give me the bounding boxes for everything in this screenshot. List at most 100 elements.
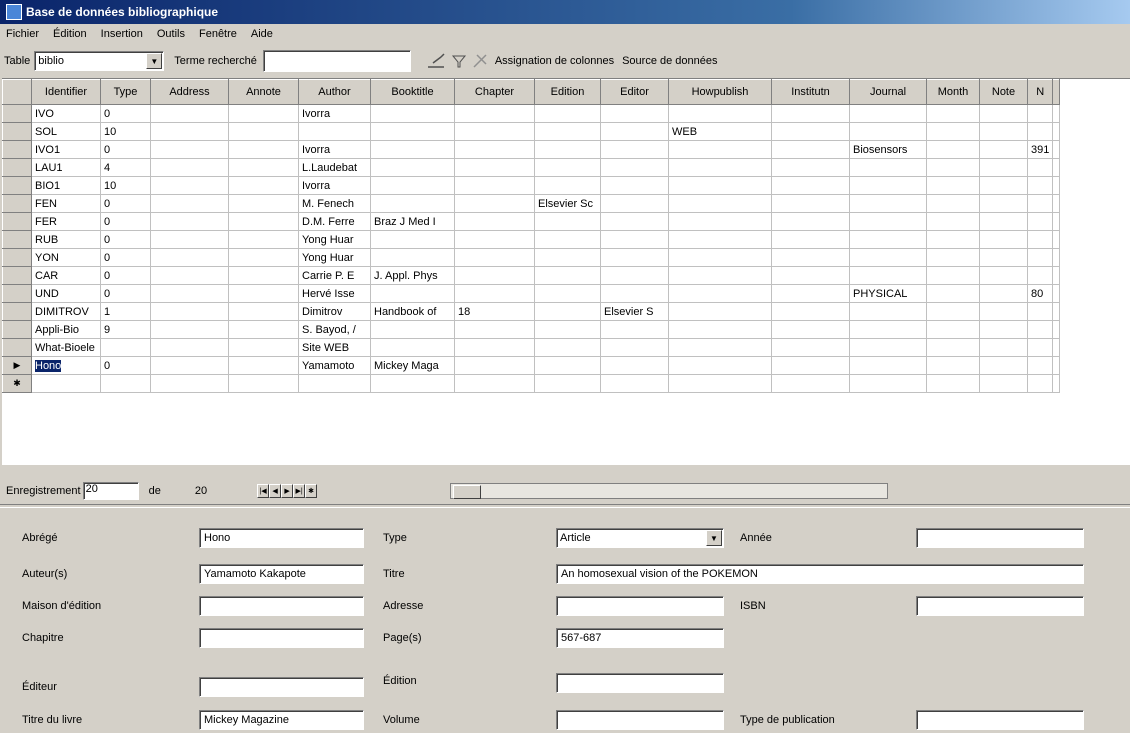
table-cell[interactable] (849, 230, 927, 249)
table-cell[interactable] (454, 284, 535, 303)
table-cell[interactable] (600, 104, 669, 123)
column-header[interactable]: Chapter (454, 79, 535, 105)
table-cell[interactable] (370, 158, 455, 177)
table-cell[interactable] (771, 374, 850, 393)
column-header[interactable]: Type (100, 79, 151, 105)
table-cell[interactable] (228, 122, 299, 141)
table-cell[interactable] (668, 104, 772, 123)
table-cell[interactable]: Hervé Isse (298, 284, 371, 303)
table-cell[interactable] (1026, 320, 1054, 339)
table-cell[interactable] (668, 374, 772, 393)
table-cell[interactable] (926, 140, 980, 159)
column-assign-button[interactable]: Assignation de colonnes (495, 55, 614, 67)
address-field[interactable] (556, 596, 724, 616)
table-cell[interactable] (600, 158, 669, 177)
table-cell[interactable]: 0 (100, 104, 151, 123)
table-cell[interactable]: 0 (100, 248, 151, 267)
table-cell[interactable] (771, 158, 850, 177)
table-cell[interactable] (849, 194, 927, 213)
table-cell[interactable]: UND (31, 284, 101, 303)
row-selector[interactable] (2, 338, 32, 357)
table-cell[interactable] (150, 284, 229, 303)
table-cell[interactable] (849, 158, 927, 177)
table-row[interactable]: DIMITROV 1 Dimitrov Handbook of 18 Elsevier S (2, 302, 1061, 321)
table-cell[interactable] (668, 320, 772, 339)
table-cell[interactable] (849, 356, 927, 375)
table-cell[interactable]: L.Laudebat (298, 158, 371, 177)
table-cell[interactable]: Ivorra (298, 104, 371, 123)
table-cell[interactable] (979, 374, 1028, 393)
table-cell[interactable] (370, 194, 455, 213)
table-cell[interactable] (454, 212, 535, 231)
table-cell[interactable]: What-Bioele (31, 338, 101, 357)
table-cell[interactable] (668, 212, 772, 231)
table-cell[interactable]: Yamamoto (298, 356, 371, 375)
column-header[interactable]: Howpublish (668, 79, 772, 105)
table-cell[interactable] (228, 230, 299, 249)
table-cell[interactable] (534, 248, 601, 267)
table-cell[interactable] (600, 356, 669, 375)
table-row[interactable]: IVO 0 Ivorra (2, 104, 1061, 123)
table-cell[interactable] (979, 248, 1028, 267)
column-header[interactable]: Edition (534, 79, 601, 105)
table-cell[interactable] (600, 176, 669, 195)
table-cell[interactable] (370, 320, 455, 339)
table-cell[interactable] (228, 356, 299, 375)
new-record-row[interactable]: ✱ (2, 374, 1061, 393)
table-cell[interactable] (600, 266, 669, 285)
table-cell[interactable] (600, 338, 669, 357)
table-cell[interactable] (979, 104, 1028, 123)
table-cell[interactable] (454, 122, 535, 141)
table-cell[interactable]: 0 (100, 140, 151, 159)
chapter-field[interactable] (199, 628, 364, 648)
table-cell[interactable] (668, 284, 772, 303)
table-cell[interactable] (534, 212, 601, 231)
table-cell[interactable] (370, 230, 455, 249)
table-cell[interactable] (979, 356, 1028, 375)
menu-aide[interactable]: Aide (251, 28, 273, 40)
table-cell[interactable] (771, 140, 850, 159)
table-cell[interactable] (298, 374, 371, 393)
table-cell[interactable] (150, 266, 229, 285)
table-cell[interactable] (600, 248, 669, 267)
table-cell[interactable] (849, 338, 927, 357)
table-cell[interactable] (1026, 248, 1054, 267)
table-cell[interactable] (771, 176, 850, 195)
table-cell[interactable]: FER (31, 212, 101, 231)
table-cell[interactable]: Appli-Bio (31, 320, 101, 339)
table-cell[interactable] (668, 338, 772, 357)
table-cell[interactable] (228, 104, 299, 123)
table-cell[interactable] (534, 266, 601, 285)
table-cell[interactable] (150, 338, 229, 357)
chevron-down-icon[interactable]: ▼ (146, 53, 163, 69)
row-selector[interactable] (2, 248, 32, 267)
column-header[interactable]: Journal (849, 79, 927, 105)
table-cell[interactable] (1026, 122, 1054, 141)
table-cell[interactable] (979, 284, 1028, 303)
table-cell[interactable] (668, 248, 772, 267)
table-cell[interactable]: LAU1 (31, 158, 101, 177)
table-cell[interactable] (979, 320, 1028, 339)
table-cell[interactable] (150, 230, 229, 249)
table-cell[interactable] (1026, 356, 1054, 375)
table-cell[interactable] (100, 374, 151, 393)
table-cell[interactable] (150, 356, 229, 375)
table-cell[interactable] (1026, 194, 1054, 213)
table-cell[interactable]: D.M. Ferre (298, 212, 371, 231)
table-cell[interactable]: YON (31, 248, 101, 267)
table-cell[interactable]: DIMITROV (31, 302, 101, 321)
table-cell[interactable] (1052, 374, 1061, 393)
table-cell[interactable]: Dimitrov (298, 302, 371, 321)
menu-insertion[interactable]: Insertion (101, 28, 143, 40)
table-cell[interactable] (668, 176, 772, 195)
table-cell[interactable] (534, 140, 601, 159)
table-cell[interactable] (1026, 176, 1054, 195)
year-field[interactable] (916, 528, 1084, 548)
table-cell[interactable] (600, 230, 669, 249)
table-cell[interactable] (849, 248, 927, 267)
table-row[interactable]: SOL 10 WEB (2, 122, 1061, 141)
table-cell[interactable] (228, 158, 299, 177)
table-cell[interactable] (150, 302, 229, 321)
table-cell[interactable]: J. Appl. Phys (370, 266, 455, 285)
table-cell[interactable]: 0 (100, 194, 151, 213)
